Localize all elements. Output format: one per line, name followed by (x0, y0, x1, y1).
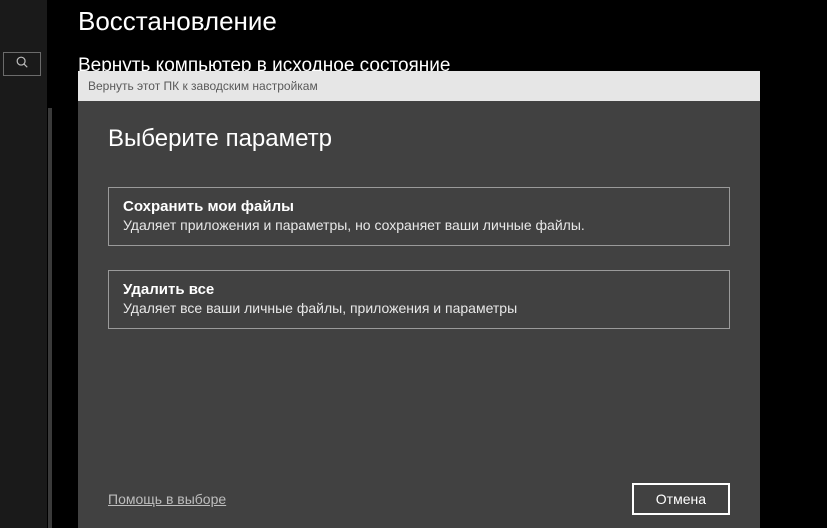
option-keep-files[interactable]: Сохранить мои файлы Удаляет приложения и… (108, 187, 730, 246)
search-icon (15, 55, 29, 74)
help-link[interactable]: Помощь в выборе (108, 491, 226, 507)
left-rail (0, 0, 48, 528)
option-remove-everything[interactable]: Удалить все Удаляет все ваши личные файл… (108, 270, 730, 329)
option-title: Удалить все (123, 281, 715, 298)
dialog-footer: Помощь в выборе Отмена (78, 470, 760, 528)
option-title: Сохранить мои файлы (123, 198, 715, 215)
cancel-button[interactable]: Отмена (632, 483, 730, 515)
dialog-body: Выберите параметр Сохранить мои файлы Уд… (78, 101, 760, 470)
dialog-titlebar-text: Вернуть этот ПК к заводским настройкам (88, 79, 318, 93)
side-marker (48, 108, 52, 528)
reset-pc-dialog: Вернуть этот ПК к заводским настройкам В… (78, 71, 760, 528)
dialog-titlebar: Вернуть этот ПК к заводским настройкам (78, 71, 760, 101)
page-title: Восстановление (78, 0, 827, 37)
option-desc: Удаляет все ваши личные файлы, приложени… (123, 300, 715, 316)
search-box[interactable] (3, 52, 41, 76)
option-desc: Удаляет приложения и параметры, но сохра… (123, 217, 715, 233)
dialog-heading: Выберите параметр (108, 125, 730, 153)
